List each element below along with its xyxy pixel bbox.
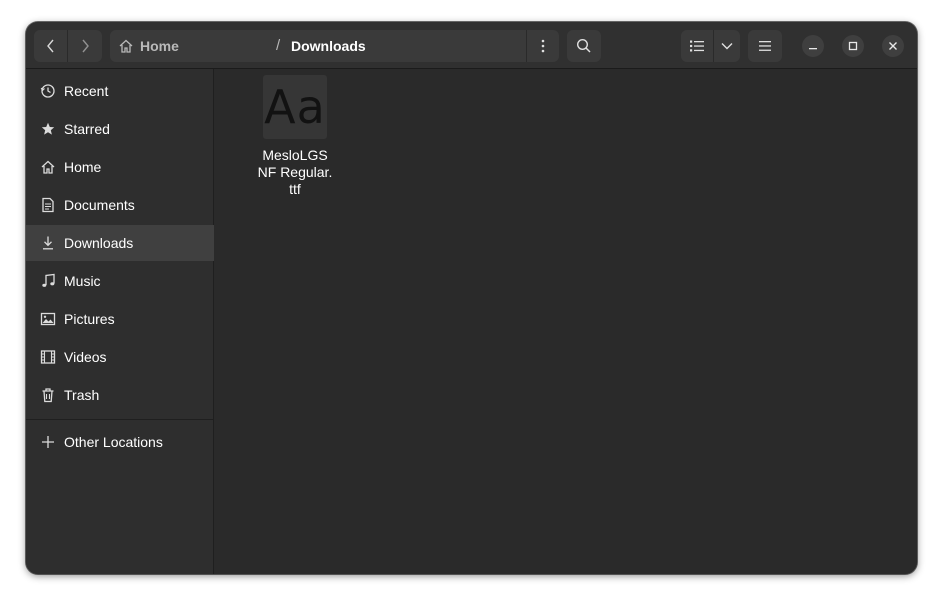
search-button[interactable]	[567, 30, 601, 62]
vertical-dots-icon	[541, 39, 545, 53]
path-home-button[interactable]: Home	[118, 30, 179, 62]
music-note-icon	[40, 273, 56, 289]
list-view-icon	[690, 40, 704, 52]
font-file-thumbnail: Aa	[263, 75, 327, 139]
file-name-line: MesloLGS	[262, 147, 328, 163]
minimize-button[interactable]	[802, 35, 824, 57]
sidebar-item-label: Other Locations	[64, 434, 163, 450]
sidebar-item-label: Starred	[64, 121, 110, 137]
header-bar: Home / Downloads	[26, 22, 917, 69]
sidebar-item-label: Pictures	[64, 311, 115, 327]
picture-icon	[40, 311, 56, 327]
file-name-line: ttf	[289, 181, 301, 197]
search-icon	[576, 38, 592, 54]
sidebar-item-pictures[interactable]: Pictures	[26, 301, 214, 337]
sidebar-item-home[interactable]: Home	[26, 149, 214, 185]
sidebar-item-label: Recent	[64, 83, 109, 99]
navigation-buttons	[34, 30, 102, 62]
sidebar-item-downloads[interactable]: Downloads	[26, 225, 214, 261]
trash-icon	[40, 387, 56, 403]
forward-button[interactable]	[68, 30, 102, 62]
view-options	[681, 30, 740, 62]
sidebar-item-label: Trash	[64, 387, 100, 403]
minimize-icon	[808, 41, 818, 51]
sidebar-item-documents[interactable]: Documents	[26, 187, 214, 223]
document-icon	[40, 197, 56, 213]
sidebar-item-videos[interactable]: Videos	[26, 339, 214, 375]
sidebar-item-other-locations[interactable]: Other Locations	[26, 424, 214, 460]
main-menu-button[interactable]	[748, 30, 782, 62]
file-name-line: NF Regular.	[257, 164, 333, 180]
home-icon	[40, 159, 56, 175]
sidebar-item-label: Documents	[64, 197, 135, 213]
download-icon	[40, 235, 56, 251]
sidebar-item-label: Downloads	[64, 235, 134, 251]
path-current-button[interactable]: Downloads	[291, 30, 366, 62]
back-button[interactable]	[34, 30, 68, 62]
chevron-down-icon	[721, 42, 733, 50]
chevron-right-icon	[80, 38, 90, 54]
chevron-left-icon	[46, 38, 56, 54]
maximize-icon	[848, 41, 858, 51]
close-icon	[888, 41, 898, 51]
font-preview-text: Aa	[264, 80, 326, 134]
sidebar-item-label: Videos	[64, 349, 107, 365]
sidebar-item-label: Music	[64, 273, 101, 289]
path-separator: /	[276, 37, 281, 54]
sidebar-item-recent[interactable]: Recent	[26, 73, 214, 109]
path-home-label: Home	[140, 38, 179, 54]
sidebar-item-trash[interactable]: Trash	[26, 377, 214, 413]
path-current-label: Downloads	[291, 38, 366, 54]
sidebar: Recent Starred Home Documents Downloads	[26, 69, 214, 574]
hamburger-icon	[759, 41, 771, 51]
file-manager-window: Home / Downloads Recent Starred Home Doc…	[26, 22, 917, 574]
maximize-button[interactable]	[842, 35, 864, 57]
sidebar-item-label: Home	[64, 159, 102, 175]
file-name: MesloLGS NF Regular. ttf	[255, 147, 335, 198]
sidebar-item-starred[interactable]: Starred	[26, 111, 214, 147]
star-icon	[40, 121, 56, 137]
home-icon	[118, 38, 134, 54]
path-bar: Home / Downloads	[110, 30, 559, 62]
list-view-button[interactable]	[681, 30, 714, 62]
sidebar-item-music[interactable]: Music	[26, 263, 214, 299]
folder-menu-button[interactable]	[526, 30, 559, 62]
file-view: Aa MesloLGS NF Regular. ttf	[215, 69, 917, 574]
close-button[interactable]	[882, 35, 904, 57]
clock-icon	[40, 83, 56, 99]
sidebar-divider	[26, 419, 214, 420]
view-dropdown-button[interactable]	[714, 30, 740, 62]
film-icon	[40, 349, 56, 365]
plus-icon	[40, 434, 56, 450]
